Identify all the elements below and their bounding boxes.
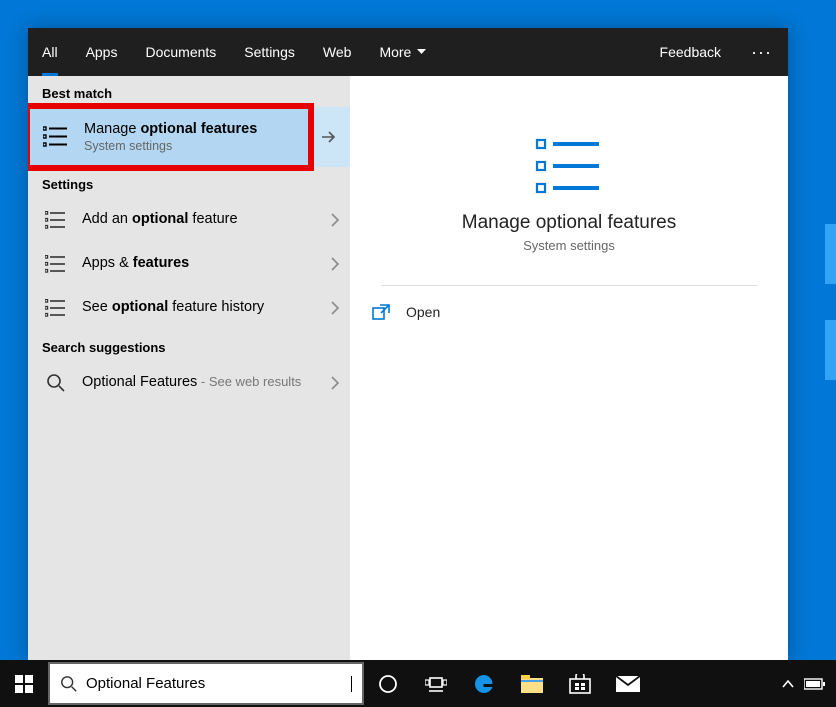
list-settings-icon xyxy=(42,250,70,278)
start-search-panel: All Apps Documents Settings Web More Fee… xyxy=(28,28,788,660)
desktop-accent xyxy=(825,224,836,284)
expand-arrow-button[interactable] xyxy=(308,107,350,167)
search-filter-tabs: All Apps Documents Settings Web More Fee… xyxy=(28,28,788,76)
tab-apps[interactable]: Apps xyxy=(72,28,132,76)
tab-settings[interactable]: Settings xyxy=(230,28,309,76)
open-label: Open xyxy=(406,304,440,320)
preview-title: Manage optional features xyxy=(462,212,676,234)
tray-chevron-up-icon[interactable] xyxy=(782,680,794,688)
result-title: See optional feature history xyxy=(82,299,264,316)
result-preview-pane: Manage optional features System settings… xyxy=(350,76,788,660)
chevron-right-icon xyxy=(331,257,340,271)
open-external-icon xyxy=(372,304,390,320)
tab-label: More xyxy=(379,44,411,60)
edge-icon[interactable] xyxy=(460,660,508,707)
tab-label: Settings xyxy=(244,44,295,60)
start-button[interactable] xyxy=(0,660,48,707)
store-icon[interactable] xyxy=(556,660,604,707)
battery-icon[interactable] xyxy=(804,678,826,690)
tab-label: Documents xyxy=(145,44,216,60)
list-settings-icon xyxy=(42,123,70,151)
result-subtitle: System settings xyxy=(84,139,257,153)
chevron-right-icon xyxy=(331,213,340,227)
text-cursor xyxy=(351,676,352,692)
chevron-down-icon xyxy=(417,49,426,55)
search-results-list: Best match xyxy=(28,76,350,660)
result-best-match[interactable]: Manage optional features System settings xyxy=(28,107,350,167)
result-title: Optional Features - See web results xyxy=(82,374,301,391)
task-view-icon[interactable] xyxy=(412,660,460,707)
taskbar-search-box[interactable] xyxy=(48,662,364,705)
section-header-best-match: Best match xyxy=(28,76,350,107)
chevron-right-icon xyxy=(331,301,340,315)
tab-documents[interactable]: Documents xyxy=(131,28,230,76)
mail-icon[interactable] xyxy=(604,660,652,707)
tab-all[interactable]: All xyxy=(28,28,72,76)
preview-subtitle: System settings xyxy=(523,238,615,253)
list-settings-icon xyxy=(42,206,70,234)
system-tray[interactable] xyxy=(772,660,836,707)
search-icon xyxy=(60,675,78,693)
tab-web[interactable]: Web xyxy=(309,28,366,76)
section-header-settings: Settings xyxy=(28,167,350,198)
result-apps-and-features[interactable]: Apps & features xyxy=(28,242,350,286)
open-action[interactable]: Open xyxy=(350,286,788,338)
desktop-accent xyxy=(825,320,836,380)
search-input[interactable] xyxy=(86,675,342,692)
file-explorer-icon[interactable] xyxy=(508,660,556,707)
result-add-optional-feature[interactable]: Add an optional feature xyxy=(28,198,350,242)
result-title: Manage optional features xyxy=(84,121,257,138)
result-title: Apps & features xyxy=(82,255,189,272)
result-web-suggestion[interactable]: Optional Features - See web results xyxy=(28,361,350,405)
tab-label: Apps xyxy=(86,44,118,60)
cortana-icon[interactable] xyxy=(364,660,412,707)
search-icon xyxy=(42,369,70,397)
result-title: Add an optional feature xyxy=(82,211,238,228)
more-options-button[interactable]: ··· xyxy=(735,42,788,63)
list-settings-large-icon xyxy=(535,136,603,196)
tab-label: All xyxy=(42,44,58,60)
tab-label: Web xyxy=(323,44,352,60)
chevron-right-icon xyxy=(331,376,340,390)
taskbar xyxy=(0,660,836,707)
section-header-suggestions: Search suggestions xyxy=(28,330,350,361)
result-see-optional-feature-history[interactable]: See optional feature history xyxy=(28,286,350,330)
feedback-link[interactable]: Feedback xyxy=(646,44,735,60)
list-settings-icon xyxy=(42,294,70,322)
feedback-label: Feedback xyxy=(660,44,721,60)
tab-more[interactable]: More xyxy=(365,28,440,76)
